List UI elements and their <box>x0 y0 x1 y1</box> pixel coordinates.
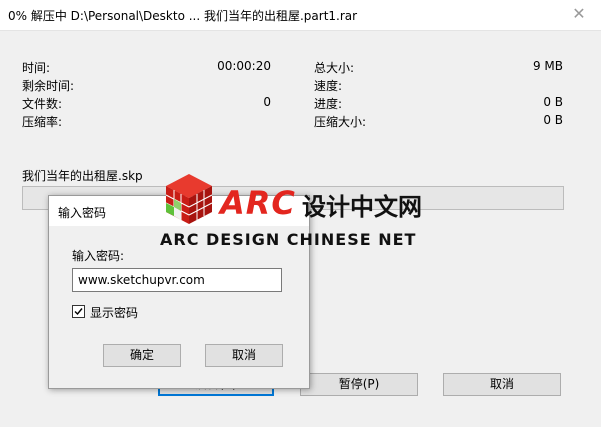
dialog-cancel-button[interactable]: 取消 <box>205 344 283 367</box>
dialog-title: 输入密码 <box>58 206 107 220</box>
checkmark-icon <box>74 308 83 316</box>
stat-value-packed-size: 0 B <box>543 113 563 127</box>
watermark-logo-text: ARC <box>220 184 296 222</box>
show-password-checkbox[interactable] <box>72 305 85 318</box>
current-file-name: 我们当年的出租屋.skp <box>22 169 143 183</box>
ok-button[interactable]: 确定 <box>103 344 181 367</box>
password-prompt-label: 输入密码: <box>72 249 125 263</box>
stat-label-progress: 进度: <box>314 97 343 111</box>
pause-button[interactable]: 暂停(P) <box>300 373 418 396</box>
password-input[interactable]: www.sketchupvr.com <box>72 268 282 292</box>
stat-value-time: 00:00:20 <box>217 59 271 73</box>
stat-label-time: 时间: <box>22 61 51 75</box>
window-title: 0% 解压中 D:\Personal\Deskto ... 我们当年的出租屋.p… <box>8 9 358 23</box>
stat-value-files: 0 <box>263 95 271 109</box>
show-password-label: 显示密码 <box>90 306 139 320</box>
close-icon[interactable]: ✕ <box>567 3 591 25</box>
cancel-button[interactable]: 取消 <box>443 373 561 396</box>
stat-label-files: 文件数: <box>22 97 63 111</box>
cube-logo-icon <box>165 174 213 224</box>
watermark-en-text: ARC DESIGN CHINESE NET <box>160 230 417 249</box>
stat-value-progress: 0 B <box>543 95 563 109</box>
title-bar: 0% 解压中 D:\Personal\Deskto ... 我们当年的出租屋.p… <box>0 0 601 31</box>
stat-value-total-size: 9 MB <box>532 59 563 73</box>
stat-label-total-size: 总大小: <box>314 61 355 75</box>
stat-label-remaining: 剩余时间: <box>22 79 75 93</box>
watermark: ARC 设计中文网 ARC DESIGN CHINESE NET <box>158 170 458 254</box>
stat-label-ratio: 压缩率: <box>22 115 63 129</box>
watermark-cn-text: 设计中文网 <box>302 193 422 221</box>
stat-label-speed: 速度: <box>314 79 343 93</box>
stat-label-packed-size: 压缩大小: <box>314 115 367 129</box>
